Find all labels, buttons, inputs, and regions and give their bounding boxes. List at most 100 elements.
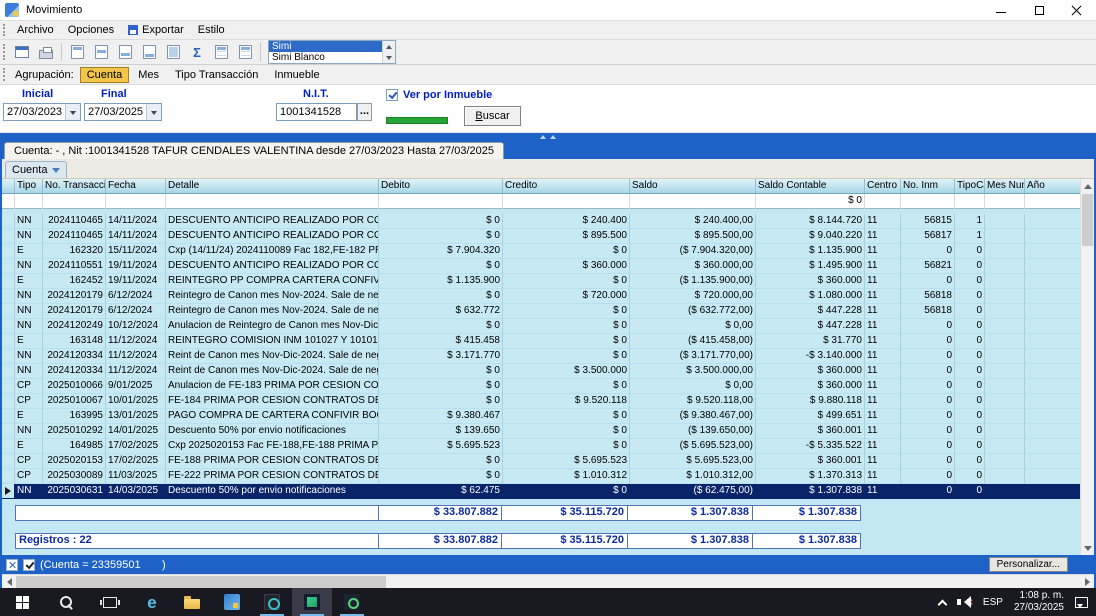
status-clear-icon[interactable] <box>6 559 18 571</box>
clock[interactable]: 1:08 p. m. 27/03/2025 <box>1014 590 1064 614</box>
fecha-inicial-select[interactable]: 27/03/2023 <box>3 103 81 121</box>
grid-row[interactable]: NN 2024120334 11/12/2024 Reint de Canon … <box>2 349 1094 364</box>
column-header-saldo[interactable]: Saldo <box>630 179 756 193</box>
column-header-tipocaus[interactable]: TipoCaus <box>955 179 985 193</box>
column-header-credito[interactable]: Credito <box>503 179 630 193</box>
grid-row[interactable]: E 164985 17/02/2025 Cxp 2025020153 Fac F… <box>2 439 1094 454</box>
nit-browse-button[interactable]: ... <box>357 103 372 121</box>
scroll-up-button[interactable] <box>1081 179 1094 193</box>
style-scroll-down[interactable] <box>383 52 395 63</box>
grid-row[interactable]: NN 2024110465 14/11/2024 DESCUENTO ANTIC… <box>2 229 1094 244</box>
grouping-tab[interactable]: Tipo Transacción <box>168 67 265 83</box>
grid-row[interactable]: E 162320 15/11/2024 Cxp (14/11/24) 20241… <box>2 244 1094 259</box>
style-scroll-up[interactable] <box>383 41 395 52</box>
style-option-simi[interactable]: Simi <box>269 41 382 52</box>
close-button[interactable] <box>1058 0 1096 20</box>
fecha-inicial-dropdown-button[interactable] <box>65 104 80 120</box>
personalizar-button[interactable]: Personalizar... <box>989 557 1068 572</box>
menu-exportar[interactable]: Exportar <box>121 21 191 39</box>
grouping-tab[interactable]: Cuenta <box>80 67 129 83</box>
start-button[interactable] <box>0 588 44 616</box>
column-header-no-transaccion[interactable]: No. Transaccio <box>43 179 106 193</box>
grid-row[interactable]: NN 2024110465 14/11/2024 DESCUENTO ANTIC… <box>2 214 1094 229</box>
layout-header-button[interactable] <box>65 41 89 63</box>
horizontal-scroll-thumb[interactable] <box>16 576 386 588</box>
grid-row[interactable]: CP 2025010066 9/01/2025 Anulacion de FE-… <box>2 379 1094 394</box>
grid-row[interactable]: CP 2025020153 17/02/2025 FE-188 PRIMA PO… <box>2 454 1094 469</box>
grid-summary-row[interactable]: $ 0 <box>2 194 1094 209</box>
menu-archivo[interactable]: Archivo <box>10 21 61 39</box>
taskbar-app-2[interactable] <box>252 588 292 616</box>
horizontal-scrollbar[interactable] <box>2 574 1094 588</box>
grid-row[interactable]: E 163148 11/12/2024 REINTEGRO COMISION I… <box>2 334 1094 349</box>
column-header-indicator[interactable] <box>2 179 15 193</box>
fecha-final-dropdown-button[interactable] <box>146 104 161 120</box>
style-selector[interactable]: Simi Simi Blanco <box>268 40 396 64</box>
column-header-no-inm[interactable]: No. Inm <box>901 179 955 193</box>
grid-row[interactable]: NN 2024120334 11/12/2024 Reint de Canon … <box>2 364 1094 379</box>
scroll-left-button[interactable] <box>2 575 16 589</box>
grid-row[interactable]: CP 2025030089 11/03/2025 FE-222 PRIMA PO… <box>2 469 1094 484</box>
status-checkbox-icon[interactable] <box>23 559 35 571</box>
column-header-debito[interactable]: Debito <box>379 179 503 193</box>
column-header-centro-c[interactable]: Centro C. <box>865 179 901 193</box>
scroll-right-button[interactable] <box>1080 575 1094 589</box>
layout-full-button[interactable] <box>161 41 185 63</box>
ver-por-inmueble-checkbox[interactable] <box>386 89 398 101</box>
layout-middle-button[interactable] <box>113 41 137 63</box>
style-option-simi-blanco[interactable]: Simi Blanco <box>269 52 382 63</box>
taskbar-app-1[interactable] <box>212 588 252 616</box>
column-header-tipo[interactable]: Tipo <box>15 179 43 193</box>
taskbar-file-explorer[interactable] <box>172 588 212 616</box>
column-header-saldo-contable[interactable]: Saldo Contable <box>756 179 865 193</box>
grid-row[interactable]: NN 2024120179 6/12/2024 Reintegro de Can… <box>2 304 1094 319</box>
taskbar-app-3-active[interactable] <box>292 588 332 616</box>
form-view-button[interactable] <box>10 41 34 63</box>
grid-row[interactable]: NN 2025010292 14/01/2025 Descuento 50% p… <box>2 424 1094 439</box>
vertical-scroll-track[interactable] <box>1081 247 1094 541</box>
taskbar-app-4[interactable] <box>332 588 372 616</box>
grouping-tab[interactable]: Inmueble <box>267 67 326 83</box>
grid-row[interactable]: E 162452 19/11/2024 REINTEGRO PP COMPRA … <box>2 274 1094 289</box>
column-header-detalle[interactable]: Detalle <box>166 179 379 193</box>
grid-row[interactable]: CP 2025010067 10/01/2025 FE-184 PRIMA PO… <box>2 394 1094 409</box>
toolbar-grip[interactable] <box>3 44 6 61</box>
splitter-bar[interactable] <box>2 133 1094 141</box>
scroll-down-button[interactable] <box>1081 541 1094 555</box>
grid-row[interactable]: E 163995 13/01/2025 PAGO COMPRA DE CARTE… <box>2 409 1094 424</box>
grouping-tab[interactable]: Mes <box>131 67 166 83</box>
toolbar-grip[interactable] <box>3 68 6 81</box>
grid-row[interactable]: NN 2024120249 10/12/2024 Anulacion de Re… <box>2 319 1094 334</box>
vertical-scroll-thumb[interactable] <box>1082 194 1093 246</box>
volume-muted-icon[interactable] <box>957 596 972 608</box>
table-view-button[interactable] <box>209 41 233 63</box>
grid-row[interactable]: NN 2025030631 14/03/2025 Descuento 50% p… <box>2 484 1094 499</box>
buscar-button[interactable]: Buscar <box>464 106 521 126</box>
column-header-fecha[interactable]: Fecha <box>106 179 166 193</box>
table-columns-button[interactable] <box>233 41 257 63</box>
layout-footer-button[interactable] <box>137 41 161 63</box>
maximize-button[interactable] <box>1020 0 1058 20</box>
column-header-mes-numero[interactable]: Mes Numerc <box>985 179 1025 193</box>
vertical-scrollbar[interactable] <box>1080 179 1094 555</box>
grid-row[interactable]: NN 2024110551 19/11/2024 DESCUENTO ANTIC… <box>2 259 1094 274</box>
tray-expand-icon[interactable] <box>937 599 947 609</box>
nit-input[interactable]: 1001341528 <box>276 103 357 121</box>
task-view-button[interactable] <box>88 588 132 616</box>
print-button[interactable] <box>34 41 58 63</box>
toolbar-grip[interactable] <box>3 24 6 37</box>
menu-opciones[interactable]: Opciones <box>61 21 121 39</box>
taskbar-internet-explorer[interactable]: e <box>132 588 172 616</box>
layout-upper-button[interactable] <box>89 41 113 63</box>
result-tab[interactable]: Cuenta: - , Nit :1001341528 TAFUR CENDAL… <box>4 142 504 159</box>
minimize-button[interactable] <box>982 0 1020 20</box>
sum-button[interactable]: Σ <box>185 41 209 63</box>
grid-row[interactable]: NN 2024120179 6/12/2024 Reintegro de Can… <box>2 289 1094 304</box>
language-indicator[interactable]: ESP <box>983 597 1003 608</box>
taskbar-search-button[interactable] <box>44 588 88 616</box>
menu-estilo[interactable]: Estilo <box>191 21 232 39</box>
column-header-ano[interactable]: Año <box>1025 179 1080 193</box>
fecha-final-select[interactable]: 27/03/2025 <box>84 103 162 121</box>
group-tab-cuenta[interactable]: Cuenta <box>5 161 67 178</box>
action-center-icon[interactable] <box>1075 597 1088 608</box>
